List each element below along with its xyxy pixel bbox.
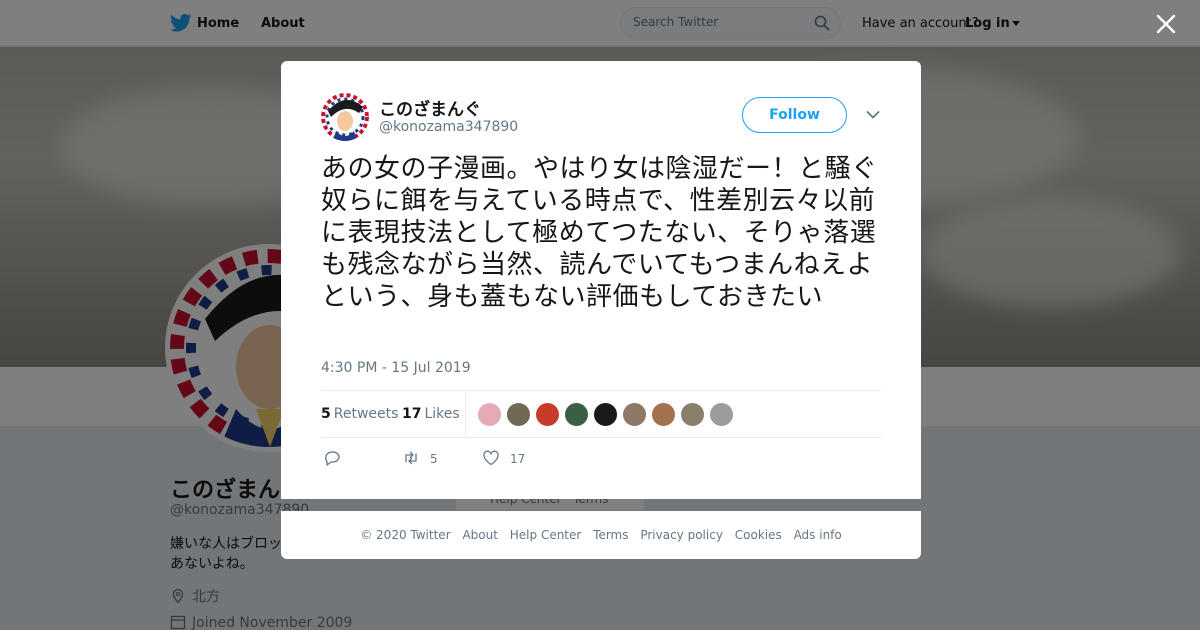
chevron-down-icon[interactable] xyxy=(866,110,880,120)
retweet-button[interactable]: 5 xyxy=(402,449,438,471)
tweet-actions: 5 17 xyxy=(321,449,881,471)
close-icon[interactable] xyxy=(1155,13,1177,35)
liker-avatar[interactable] xyxy=(651,402,676,427)
retweets-stat[interactable]: 5 Retweets xyxy=(321,406,398,422)
reply-icon xyxy=(325,451,340,466)
liker-avatar[interactable] xyxy=(535,402,560,427)
footer-privacy-link[interactable]: Privacy policy xyxy=(640,528,723,542)
like-count: 17 xyxy=(510,452,526,466)
heart-icon xyxy=(483,450,499,466)
liker-avatar[interactable] xyxy=(622,402,647,427)
tweet-author-avatar[interactable] xyxy=(321,93,369,141)
liker-avatar[interactable] xyxy=(506,402,531,427)
follow-button[interactable]: Follow xyxy=(742,97,847,133)
likes-stat[interactable]: 17 Likes xyxy=(402,406,460,422)
likes-count: 17 xyxy=(402,406,422,422)
stats-divider xyxy=(465,391,466,438)
retweet-icon xyxy=(405,451,417,465)
footer-help-link[interactable]: Help Center xyxy=(510,528,582,542)
modal-footer: © 2020 Twitter About Help Center Terms P… xyxy=(281,511,921,559)
footer-about-link[interactable]: About xyxy=(462,528,497,542)
liker-avatar[interactable] xyxy=(593,402,618,427)
footer-terms-link[interactable]: Terms xyxy=(593,528,628,542)
tweet-text: あの女の子漫画。やはり女は陰湿だー！と騒ぐ奴らに餌を与えている時点で、性差別云々… xyxy=(321,154,878,312)
retweets-count: 5 xyxy=(321,406,331,422)
retweet-count: 5 xyxy=(430,452,438,466)
liker-avatar[interactable] xyxy=(477,402,502,427)
footer-cookies-link[interactable]: Cookies xyxy=(735,528,782,542)
tweet-author-name[interactable]: このざまんぐ xyxy=(379,95,481,120)
retweets-label: Retweets xyxy=(333,406,399,422)
liker-avatar[interactable] xyxy=(680,402,705,427)
reply-button[interactable] xyxy=(323,449,341,471)
tweet-author-handle[interactable]: @konozama347890 xyxy=(379,119,518,135)
footer-copyright: © 2020 Twitter xyxy=(360,528,451,542)
footer-ads-link[interactable]: Ads info xyxy=(794,528,842,542)
tweet-modal: このざまんぐ @konozama347890 Follow あの女の子漫画。やは… xyxy=(281,61,921,499)
liker-avatar[interactable] xyxy=(564,402,589,427)
liker-avatar[interactable] xyxy=(709,402,734,427)
likes-label: Likes xyxy=(424,406,460,422)
avatar-illustration xyxy=(321,93,369,141)
like-button[interactable]: 17 xyxy=(482,449,525,471)
tweet-timestamp[interactable]: 4:30 PM - 15 Jul 2019 xyxy=(321,360,471,376)
tweet-stats: 5 Retweets 17 Likes xyxy=(321,390,881,438)
